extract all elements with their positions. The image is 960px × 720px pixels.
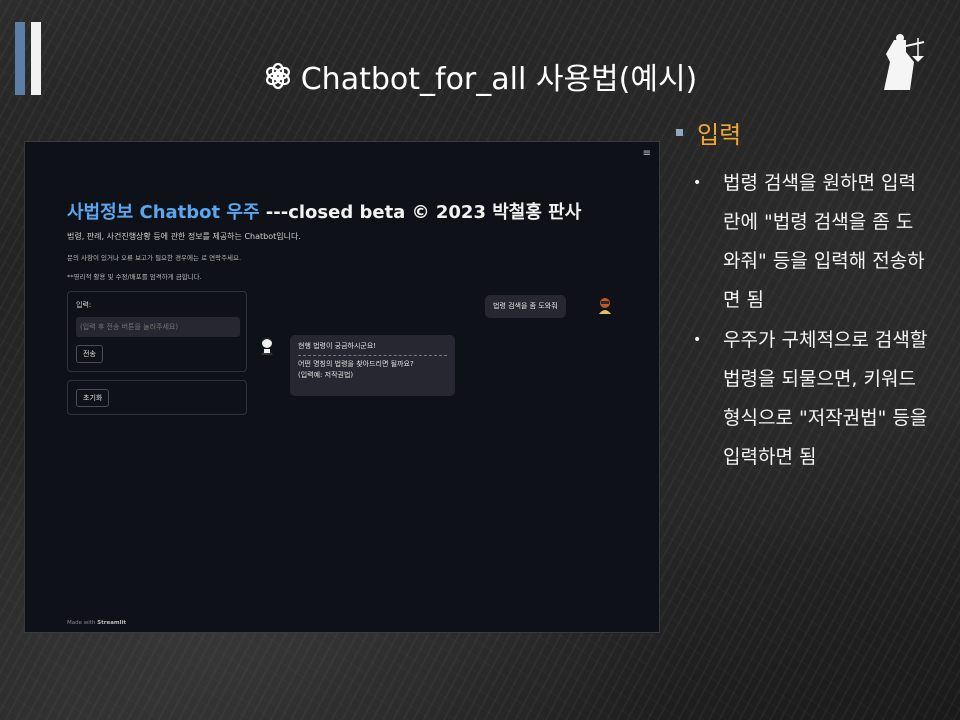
bullet-text: 법령 검색을 원하면 입력란에 "법령 검색을 좀 도와줘" 등을 입력해 전송… [723, 172, 925, 311]
openai-icon [265, 62, 290, 90]
send-button[interactable]: 전송 [76, 345, 103, 363]
bullet-text: 우주가 구체적으로 검색할 법령을 되물으면, 키워드 형식으로 "저작권법" … [723, 329, 928, 468]
bot-message-divider [298, 355, 447, 356]
reset-panel: 초기화 [67, 380, 247, 415]
bot-message-line: 어떤 명칭의 법령을 찾아드리면 될까요? [298, 360, 414, 368]
section-heading-text: 입력 [697, 121, 742, 149]
bot-message-line: 현행 법령이 궁금하시군요! [298, 342, 377, 350]
bot-message-line: (입력예: 저작권법) [298, 371, 354, 379]
reset-button[interactable]: 초기화 [76, 389, 110, 407]
justice-logo-icon [884, 34, 925, 90]
bot-avatar-icon [261, 337, 273, 355]
app-description: 법령, 판례, 사건진행상황 등에 관한 정보를 제공하는 Chatbot입니다… [67, 232, 301, 241]
app-contact-info: 문의 사항이 있거나 오류 보고가 필요한 경우에는 로 연락주세요. [67, 254, 242, 262]
app-footer: Made with Streamlit [67, 620, 126, 626]
app-screenshot: ≡ 사법정보 Chatbot 우주 ---closed beta © 2023 … [24, 141, 660, 633]
app-usage-notice: **영리적 활용 및 수정/배포를 엄격하게 금합니다. [67, 273, 202, 281]
slide-title: Chatbot_for_all 사용법(예시) [0, 54, 960, 98]
input-label: 입력: [76, 301, 92, 309]
section-heading: 입력 [676, 115, 741, 150]
bullet-dot-icon: • [693, 175, 702, 191]
app-title: 사법정보 Chatbot 우주 ---closed beta © 2023 박철… [67, 198, 581, 224]
square-bullet-icon [676, 129, 683, 136]
slide-title-text: Chatbot_for_all 사용법(예시) [300, 62, 698, 97]
bullet-dot-icon: • [693, 332, 702, 348]
user-message-bubble: 법령 검색을 좀 도와줘 [485, 295, 566, 318]
footer-prefix: Made with [67, 620, 98, 626]
app-title-subtitle: ---closed beta © 2023 박철홍 판사 [259, 202, 582, 223]
app-title-brand: 사법정보 Chatbot 우주 [67, 202, 260, 223]
input-panel: 입력: 전송 [67, 291, 247, 372]
chat-input[interactable] [76, 317, 240, 337]
bot-message-bubble: 현행 법령이 궁금하시군요! 어떤 명칭의 법령을 찾아드리면 될까요? (입력… [290, 335, 455, 396]
footer-brand-link[interactable]: Streamlit [97, 620, 126, 626]
user-avatar-icon [599, 298, 611, 314]
menu-icon[interactable]: ≡ [643, 148, 651, 159]
